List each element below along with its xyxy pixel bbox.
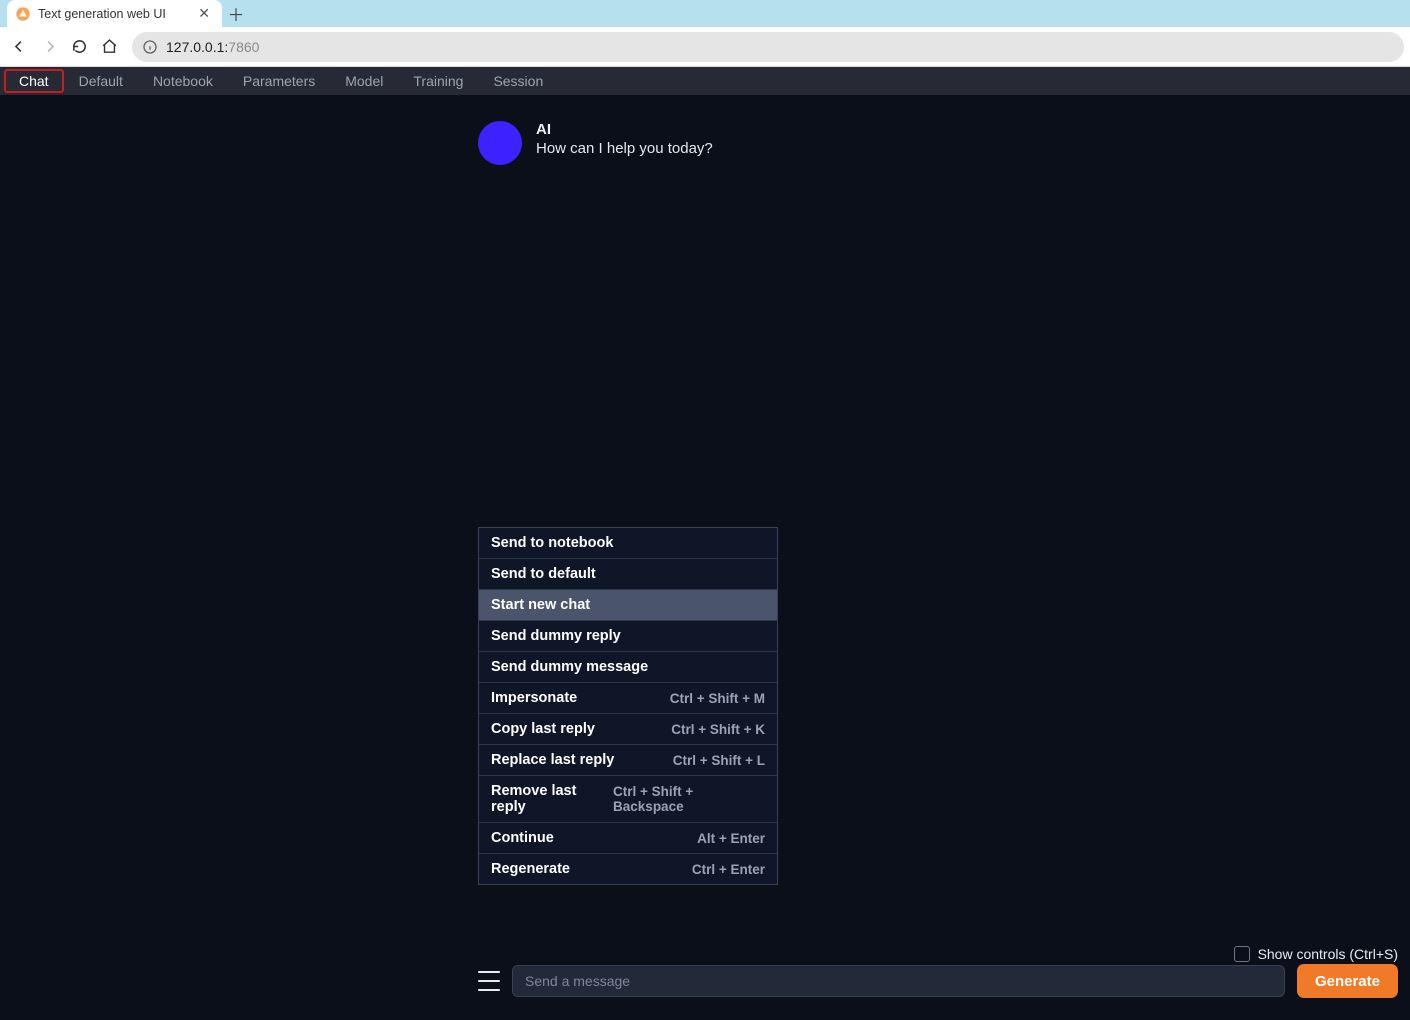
menu-item-label: Send to default [491, 566, 596, 582]
browser-toolbar: 127.0.0.1:7860 [0, 27, 1410, 67]
tab-chat[interactable]: Chat [4, 69, 64, 93]
menu-item-shortcut: Alt + Enter [697, 831, 765, 846]
tab-model[interactable]: Model [330, 69, 398, 93]
menu-item-send-dummy-message[interactable]: Send dummy message [479, 652, 777, 683]
message-author: AI [536, 121, 713, 138]
menu-item-remove-last-reply[interactable]: Remove last replyCtrl + Shift + Backspac… [479, 776, 777, 823]
menu-item-continue[interactable]: Continue Alt + Enter [479, 823, 777, 854]
menu-item-label: Continue [491, 830, 554, 846]
input-row: Generate [478, 964, 1398, 998]
menu-item-start-new-chat[interactable]: Start new chat [479, 590, 777, 621]
menu-item-label: Regenerate [491, 861, 570, 877]
context-menu[interactable]: Send to notebook Send to default Start new… [478, 527, 778, 885]
ai-avatar [478, 121, 522, 165]
home-button[interactable] [96, 34, 122, 60]
generate-button[interactable]: Generate [1297, 964, 1398, 998]
menu-item-label: Send dummy message [491, 659, 648, 675]
menu-item-shortcut: Ctrl + Shift + L [673, 753, 765, 768]
browser-tab-title: Text generation web UI [38, 7, 194, 21]
menu-item-send-dummy-reply[interactable]: Send dummy reply [479, 621, 777, 652]
tab-session[interactable]: Session [478, 69, 558, 93]
menu-item-impersonate[interactable]: Impersonate Ctrl + Shift + M [479, 683, 777, 714]
new-tab-button[interactable]: ＋ [222, 0, 250, 27]
show-controls-checkbox[interactable] [1234, 946, 1250, 962]
favicon-icon [15, 6, 31, 22]
tab-default[interactable]: Default [64, 69, 138, 93]
message-text: How can I help you today? [536, 140, 713, 157]
menu-item-label: Copy last reply [491, 721, 595, 737]
address-bar[interactable]: 127.0.0.1:7860 [132, 32, 1404, 62]
menu-item-label: Start new chat [491, 597, 590, 613]
browser-tab[interactable]: Text generation web UI ✕ [7, 0, 222, 27]
show-controls-row: Show controls (Ctrl+S) [1234, 946, 1398, 962]
menu-item-regenerate[interactable]: Regenerate Ctrl + Enter [479, 854, 777, 884]
menu-item-send-to-notebook[interactable]: Send to notebook [479, 528, 777, 559]
tab-close-icon[interactable]: ✕ [194, 5, 214, 22]
browser-tab-strip: Text generation web UI ✕ ＋ [0, 0, 1410, 27]
menu-item-shortcut: Ctrl + Shift + K [671, 722, 765, 737]
message-input[interactable] [512, 965, 1285, 997]
url-host: 127.0.0.1: [166, 39, 228, 55]
menu-item-label: Send to notebook [491, 535, 613, 551]
menu-item-copy-last-reply[interactable]: Copy last reply Ctrl + Shift + K [479, 714, 777, 745]
tab-training[interactable]: Training [398, 69, 478, 93]
menu-item-label: Remove last reply [491, 783, 613, 815]
site-info-icon[interactable] [142, 39, 158, 55]
menu-item-shortcut: Ctrl + Shift + M [670, 691, 765, 706]
main-area: AI How can I help you today? Send to not… [0, 95, 1410, 1020]
menu-item-replace-last-reply[interactable]: Replace last reply Ctrl + Shift + L [479, 745, 777, 776]
forward-button[interactable] [36, 34, 62, 60]
url-text: 127.0.0.1:7860 [166, 39, 259, 55]
message-body: AI How can I help you today? [536, 121, 713, 165]
hamburger-menu-icon[interactable] [478, 971, 500, 991]
reload-button[interactable] [66, 34, 92, 60]
tab-parameters[interactable]: Parameters [228, 69, 330, 93]
back-button[interactable] [6, 34, 32, 60]
menu-item-label: Replace last reply [491, 752, 614, 768]
menu-item-label: Impersonate [491, 690, 577, 706]
chat-message: AI How can I help you today? [478, 121, 1390, 165]
url-port: 7860 [228, 39, 259, 55]
show-controls-label: Show controls (Ctrl+S) [1258, 946, 1398, 962]
app-tab-bar: ChatDefaultNotebookParametersModelTraini… [0, 67, 1410, 95]
menu-item-label: Send dummy reply [491, 628, 621, 644]
menu-item-shortcut: Ctrl + Shift + Backspace [613, 784, 765, 814]
menu-item-send-to-default[interactable]: Send to default [479, 559, 777, 590]
chat-area: AI How can I help you today? [478, 121, 1390, 165]
menu-item-shortcut: Ctrl + Enter [692, 862, 765, 877]
tab-notebook[interactable]: Notebook [138, 69, 228, 93]
